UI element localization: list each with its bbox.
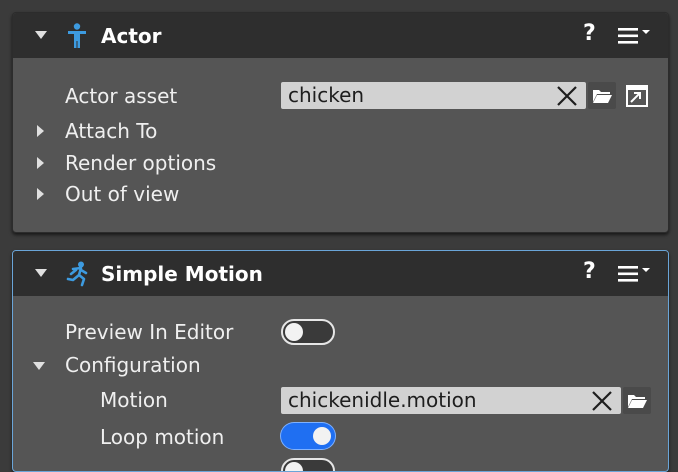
clear-icon[interactable] (591, 390, 613, 412)
simple-motion-component-card: Simple Motion ? Preview In Editor Config… (12, 250, 669, 472)
loop-motion-toggle[interactable] (281, 423, 335, 449)
actor-card-header[interactable]: Actor ? (13, 13, 668, 58)
loop-motion-label: Loop motion (100, 425, 225, 449)
next-row-toggle[interactable] (281, 458, 335, 471)
collapse-arrow-icon[interactable] (35, 31, 47, 39)
toggle-knob (285, 462, 303, 471)
actor-asset-label: Actor asset (65, 84, 178, 108)
menu-icon[interactable] (618, 265, 652, 283)
menu-icon[interactable] (618, 27, 652, 45)
collapse-arrow-icon[interactable] (35, 269, 47, 277)
simple-motion-card-header[interactable]: Simple Motion ? (13, 251, 668, 296)
browse-folder-button[interactable] (588, 82, 616, 109)
simple-motion-card-title: Simple Motion (101, 262, 263, 286)
person-icon (68, 23, 86, 48)
render-options-label[interactable]: Render options (65, 151, 216, 175)
help-button[interactable]: ? (583, 259, 596, 284)
motion-asset-value: chickenidle.motion (288, 388, 477, 412)
folder-icon (628, 395, 647, 408)
motion-label: Motion (100, 388, 168, 412)
attach-to-label[interactable]: Attach To (65, 119, 157, 143)
out-of-view-label[interactable]: Out of view (65, 182, 179, 206)
actor-asset-field[interactable]: chicken (281, 82, 586, 109)
motion-asset-field[interactable]: chickenidle.motion (281, 387, 621, 414)
running-person-icon (66, 261, 88, 287)
expand-arrow-icon[interactable] (37, 125, 44, 137)
actor-asset-value: chicken (288, 83, 365, 107)
folder-icon (593, 90, 612, 103)
browse-folder-button[interactable] (623, 387, 651, 414)
help-button[interactable]: ? (583, 21, 596, 46)
expand-arrow-icon[interactable] (37, 157, 44, 169)
toggle-knob (285, 323, 303, 341)
open-external-icon (626, 85, 648, 107)
actor-component-card: Actor ? Actor asset chicken Attach To Re… (12, 12, 669, 233)
preview-in-editor-toggle[interactable] (281, 319, 335, 345)
actor-card-title: Actor (101, 24, 162, 48)
collapse-arrow-icon[interactable] (33, 362, 45, 370)
preview-in-editor-label: Preview In Editor (65, 320, 234, 344)
expand-arrow-icon[interactable] (37, 188, 44, 200)
configuration-label[interactable]: Configuration (65, 353, 201, 377)
clear-icon[interactable] (556, 85, 578, 107)
open-asset-button[interactable] (623, 82, 651, 109)
toggle-knob (313, 427, 331, 445)
